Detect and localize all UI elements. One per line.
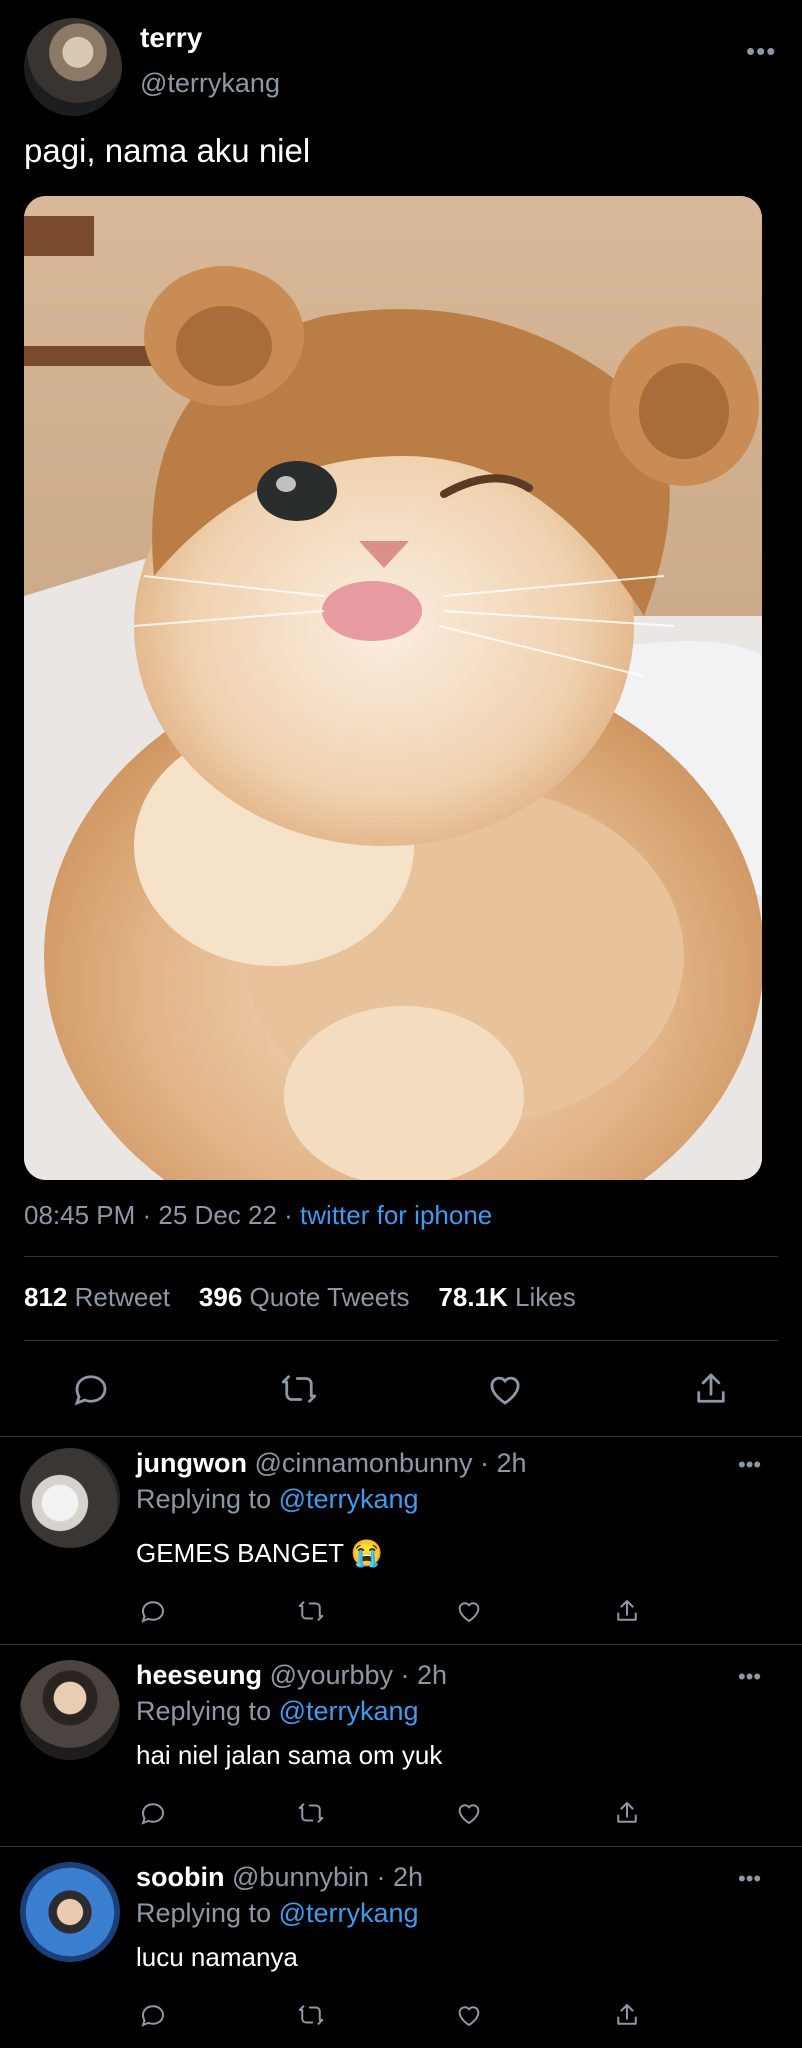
retweet-icon[interactable] xyxy=(278,1368,320,1410)
like-icon[interactable] xyxy=(454,1798,484,1828)
reply-avatar-jungwon[interactable] xyxy=(20,1448,120,1548)
reply-author-name[interactable]: heeseung xyxy=(136,1660,262,1690)
share-icon[interactable] xyxy=(612,2000,642,2030)
tweet-time: 08:45 PM xyxy=(24,1200,136,1230)
reply-avatar-heeseung[interactable] xyxy=(20,1660,120,1760)
divider xyxy=(0,1644,802,1645)
reply-time: 2h xyxy=(393,1862,424,1892)
reply-text: lucu namanya xyxy=(136,1942,298,1972)
replying-to: Replying to @terrykang xyxy=(136,1898,419,1928)
tweet-timestamp: 08:45 PM · 25 Dec 22 · twitter for iphon… xyxy=(24,1200,493,1230)
author-name[interactable]: terry xyxy=(140,22,202,54)
reply-more-icon[interactable]: ••• xyxy=(738,1664,761,1690)
reply-header: jungwon @cinnamonbunny · 2h xyxy=(136,1448,527,1478)
author-handle[interactable]: @terrykang xyxy=(140,68,280,99)
like-icon[interactable] xyxy=(484,1368,526,1410)
retweets-stat[interactable]: 812 Retweet xyxy=(24,1282,170,1312)
replying-to: Replying to @terrykang xyxy=(136,1484,419,1514)
tweet-source-link[interactable]: twitter for iphone xyxy=(300,1200,492,1230)
divider xyxy=(0,1436,802,1437)
crying-face-emoji: 😭 xyxy=(350,1538,384,1568)
share-icon[interactable] xyxy=(612,1798,642,1828)
like-icon[interactable] xyxy=(454,2000,484,2030)
retweet-icon[interactable] xyxy=(296,2000,326,2030)
reply-icon[interactable] xyxy=(138,1798,168,1828)
reply-icon[interactable] xyxy=(138,2000,168,2030)
reply-author-handle[interactable]: @yourbby xyxy=(270,1660,393,1690)
replying-to: Replying to @terrykang xyxy=(136,1696,419,1726)
reply-mention-link[interactable]: @terrykang xyxy=(279,1484,419,1514)
tweet-stats: 812 Retweet 396 Quote Tweets 78.1K Likes xyxy=(24,1282,576,1313)
reply-time: 2h xyxy=(496,1448,527,1478)
divider xyxy=(0,1846,802,1847)
reply-more-icon[interactable]: ••• xyxy=(738,1866,761,1892)
share-icon[interactable] xyxy=(690,1368,732,1410)
reply-text: GEMES BANGET 😭 xyxy=(136,1538,384,1568)
reply-more-icon[interactable]: ••• xyxy=(738,1452,761,1478)
reply-text: hai niel jalan sama om yuk xyxy=(136,1740,443,1770)
reply-author-handle[interactable]: @bunnybin xyxy=(232,1862,369,1892)
divider xyxy=(24,1256,778,1257)
reply-time: 2h xyxy=(417,1660,448,1690)
like-icon[interactable] xyxy=(454,1596,484,1626)
reply-avatar-soobin[interactable] xyxy=(20,1862,120,1962)
author-avatar[interactable] xyxy=(24,18,122,116)
tweet-text: pagi, nama aku niel xyxy=(24,132,311,169)
likes-stat[interactable]: 78.1K Likes xyxy=(438,1282,575,1312)
reply-icon[interactable] xyxy=(138,1596,168,1626)
reply-author-name[interactable]: jungwon xyxy=(136,1448,247,1478)
tweet-date: 25 Dec 22 xyxy=(158,1200,277,1230)
more-options-icon[interactable]: ••• xyxy=(746,36,776,67)
reply-header: heeseung @yourbby · 2h xyxy=(136,1660,448,1690)
reply-author-name[interactable]: soobin xyxy=(136,1862,225,1892)
reply-mention-link[interactable]: @terrykang xyxy=(279,1696,419,1726)
retweet-icon[interactable] xyxy=(296,1798,326,1828)
retweet-icon[interactable] xyxy=(296,1596,326,1626)
reply-icon[interactable] xyxy=(70,1368,112,1410)
reply-header: soobin @bunnybin · 2h xyxy=(136,1862,424,1892)
reply-author-handle[interactable]: @cinnamonbunny xyxy=(254,1448,472,1478)
tweet-photo[interactable] xyxy=(24,196,762,1180)
cat-photo-image xyxy=(24,196,762,1180)
quote-tweets-stat[interactable]: 396 Quote Tweets xyxy=(199,1282,410,1312)
reply-mention-link[interactable]: @terrykang xyxy=(279,1898,419,1928)
share-icon[interactable] xyxy=(612,1596,642,1626)
divider xyxy=(24,1340,778,1341)
